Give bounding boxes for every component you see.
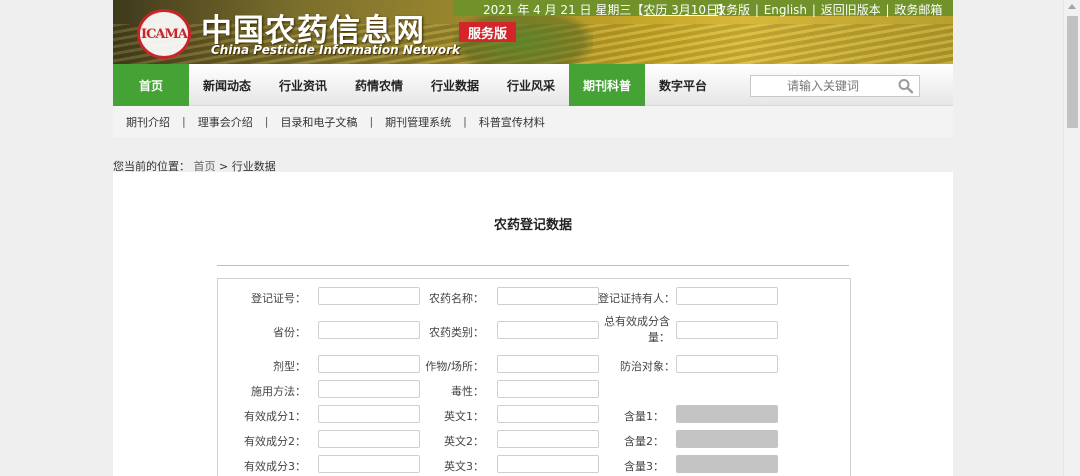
label-content-3: 含量3： (624, 460, 664, 473)
nav-item-digital-platform[interactable]: 数字平台 (645, 64, 721, 106)
subnav-item-journal-system[interactable]: 期刊管理系统 (385, 114, 451, 130)
logo-text: ICAMA (141, 26, 188, 42)
label-formulation: 剂型： (273, 360, 306, 373)
date-text: 2021 年 4 月 21 日 星期三【 (483, 3, 644, 17)
content-3-input (676, 455, 778, 473)
page-scrollbar[interactable] (1063, 0, 1080, 476)
separator: | (808, 3, 820, 17)
nav-item-industry-data[interactable]: 行业数据 (417, 64, 493, 106)
nav-item-pest-farm[interactable]: 药情农情 (341, 64, 417, 106)
separator: | (182, 115, 186, 128)
search-form: 登记证号： 农药名称： 登记证持有人： 省份： 农药类别： 总有效成分含量： 剂… (217, 278, 851, 476)
lunar-date-link[interactable]: 农历 3月10日 (643, 3, 718, 17)
english-2-input[interactable] (497, 430, 599, 448)
ingredient-2-input[interactable] (318, 430, 420, 448)
pesticide-name-input[interactable] (497, 287, 599, 305)
title-divider (217, 265, 849, 266)
nav-item-news[interactable]: 新闻动态 (189, 64, 265, 106)
separator: | (751, 3, 763, 17)
service-version-badge: 服务版 (459, 22, 516, 42)
crop-site-input[interactable] (497, 355, 599, 373)
english-link[interactable]: English (764, 3, 807, 17)
formulation-input[interactable] (318, 355, 420, 373)
separator: | (369, 115, 374, 128)
label-content-1: 含量1： (624, 410, 664, 423)
top-links: 政务版 | English | 返回旧版本 | 政务邮箱 (714, 1, 942, 18)
search-box (750, 75, 920, 97)
nav-item-industry-info[interactable]: 行业资讯 (265, 64, 341, 106)
label-toxicity: 毒性： (451, 385, 484, 398)
label-target: 防治对象： (620, 360, 675, 373)
english-3-input[interactable] (497, 455, 599, 473)
label-holder: 登记证持有人： (598, 292, 675, 305)
label-total-content: 总有效成分含量： (604, 315, 670, 344)
ingredient-3-input[interactable] (318, 455, 420, 473)
target-input[interactable] (676, 355, 778, 373)
subnav-item-journal-intro[interactable]: 期刊介绍 (126, 114, 170, 130)
breadcrumb: 您当前的位置： 首页 > 行业数据 (113, 158, 953, 173)
application-method-input[interactable] (318, 380, 420, 398)
site-logo[interactable]: ICAMA (137, 9, 191, 59)
subnav-item-council-intro[interactable]: 理事会介绍 (198, 114, 253, 130)
top-bar: 2021 年 4 月 21 日 星期三【农历 3月10日】 政务版 | Engl… (453, 0, 953, 18)
main-nav: 首页 新闻动态 行业资讯 药情农情 行业数据 行业风采 期刊科普 数字平台 (113, 64, 953, 106)
toxicity-input[interactable] (497, 380, 599, 398)
nav-item-home[interactable]: 首页 (113, 64, 189, 106)
pesticide-category-input[interactable] (497, 321, 599, 339)
scroll-thumb[interactable] (1067, 16, 1078, 128)
search-icon[interactable] (897, 78, 915, 94)
separator: | (881, 3, 894, 17)
gov-mail-link[interactable]: 政务邮箱 (894, 3, 942, 17)
label-registration-no: 登记证号： (251, 292, 306, 305)
nav-item-journal[interactable]: 期刊科普 (569, 64, 645, 106)
search-input[interactable] (751, 76, 895, 96)
nav-item-industry-style[interactable]: 行业风采 (493, 64, 569, 106)
site-subtitle: China Pesticide Information Network (211, 43, 460, 57)
label-ingredient-1: 有效成分1： (244, 410, 306, 423)
label-crop-site: 作物/场所： (425, 360, 484, 373)
scroll-up-icon[interactable] (1068, 4, 1076, 9)
content-1-input (676, 405, 778, 423)
label-application-method: 施用方法： (251, 385, 306, 398)
label-english-3: 英文3： (444, 460, 484, 473)
label-english-1: 英文1： (444, 410, 484, 423)
date-display: 2021 年 4 月 21 日 星期三【农历 3月10日】 (483, 1, 730, 18)
site-header: 2021 年 4 月 21 日 星期三【农历 3月10日】 政务版 | Engl… (113, 0, 953, 64)
label-ingredient-2: 有效成分2： (244, 435, 306, 448)
sub-nav: 期刊介绍 | 理事会介绍 | 目录和电子文稿 | 期刊管理系统 | 科普宣传材料 (113, 106, 953, 137)
main-content: 农药登记数据 登记证号： 农药名称： 登记证持有人： 省份： 农药类别： 总有效… (113, 172, 953, 476)
gov-version-link[interactable]: 政务版 (714, 3, 750, 17)
registration-no-input[interactable] (318, 287, 420, 305)
old-version-link[interactable]: 返回旧版本 (821, 3, 881, 17)
label-english-2: 英文2： (444, 435, 484, 448)
label-pesticide-category: 农药类别： (429, 326, 484, 339)
subnav-item-science-materials[interactable]: 科普宣传材料 (479, 114, 545, 130)
content-2-input (676, 430, 778, 448)
subnav-item-catalog[interactable]: 目录和电子文稿 (280, 114, 357, 130)
total-content-input[interactable] (676, 321, 778, 339)
label-ingredient-3: 有效成分3： (244, 460, 306, 473)
english-1-input[interactable] (497, 405, 599, 423)
label-pesticide-name: 农药名称： (429, 292, 484, 305)
separator: | (264, 115, 269, 128)
label-content-2: 含量2： (624, 435, 664, 448)
label-province: 省份： (273, 326, 306, 339)
holder-input[interactable] (676, 287, 778, 305)
province-input[interactable] (318, 321, 420, 339)
ingredient-1-input[interactable] (318, 405, 420, 423)
separator: | (463, 115, 467, 128)
page-title: 农药登记数据 (493, 218, 572, 233)
